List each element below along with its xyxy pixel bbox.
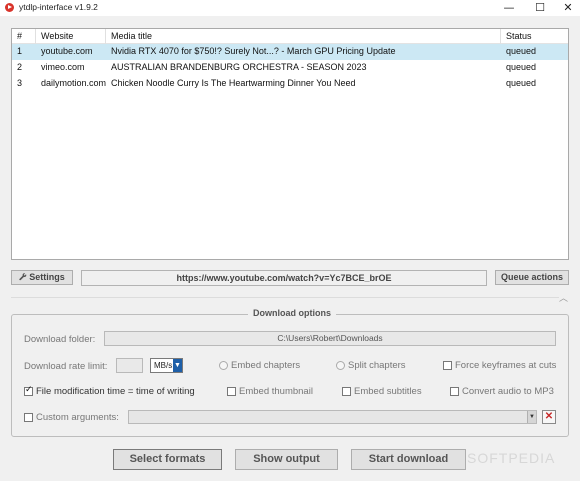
wrench-icon: [19, 273, 27, 281]
row-website: dailymotion.com: [41, 78, 106, 88]
embed-thumbnail-label: Embed thumbnail: [239, 386, 313, 397]
embed-chapters-label: Embed chapters: [231, 360, 301, 371]
settings-button[interactable]: Settings: [11, 270, 73, 285]
table-row[interactable]: 3 dailymotion.com Chicken Noodle Curry I…: [12, 76, 568, 92]
column-header-website[interactable]: Website: [36, 29, 106, 44]
custom-arguments-combobox[interactable]: [128, 410, 537, 424]
table-row[interactable]: 2 vimeo.com AUSTRALIAN BRANDENBURG ORCHE…: [12, 60, 568, 76]
chevron-down-icon[interactable]: ▼: [527, 411, 536, 423]
queue-table[interactable]: # Website Media title Status 1 youtube.c…: [11, 28, 569, 260]
convert-mp3-label: Convert audio to MP3: [462, 386, 554, 397]
maximize-button[interactable]: ☐: [525, 0, 555, 16]
window-title: ytdlp-interface v1.9.2: [19, 2, 98, 12]
separator-line: [11, 297, 559, 298]
minimize-button[interactable]: —: [494, 0, 524, 16]
embed-subtitles-checkbox[interactable]: [342, 387, 351, 396]
app-icon: [5, 3, 14, 12]
rate-limit-label: Download rate limit:: [24, 361, 108, 372]
custom-arguments-checkbox[interactable]: [24, 413, 33, 422]
dropdown-arrow-icon[interactable]: ▼: [173, 359, 182, 372]
force-keyframes-label: Force keyframes at cuts: [455, 360, 557, 371]
table-row[interactable]: 1 youtube.com Nvidia RTX 4070 for $750!?…: [12, 44, 568, 60]
row-status: queued: [506, 62, 537, 72]
row-website: youtube.com: [41, 46, 93, 56]
softpedia-watermark: SOFTPEDIA: [467, 450, 556, 466]
download-folder-field[interactable]: C:\Users\Robert\Downloads: [104, 331, 556, 346]
row-status: queued: [506, 78, 537, 88]
url-field[interactable]: https://www.youtube.com/watch?v=Yc7BCE_b…: [81, 270, 487, 286]
close-button[interactable]: ✕: [553, 0, 580, 16]
clear-arguments-button[interactable]: ✕: [542, 410, 556, 424]
row-media-title: AUSTRALIAN BRANDENBURG ORCHESTRA - SEASO…: [111, 62, 367, 72]
column-header-status[interactable]: Status: [501, 29, 568, 44]
settings-label: Settings: [29, 272, 65, 282]
download-folder-label: Download folder:: [24, 334, 96, 345]
collapse-chevron-icon[interactable]: ︿: [559, 294, 569, 303]
row-media-title: Nvidia RTX 4070 for $750!? Surely Not...…: [111, 46, 396, 56]
group-title: Download options: [248, 308, 336, 318]
embed-thumbnail-checkbox[interactable]: [227, 387, 236, 396]
file-mod-time-label: File modification time = time of writing: [36, 386, 195, 397]
start-download-button[interactable]: Start download: [351, 449, 466, 470]
custom-arguments-label: Custom arguments:: [36, 412, 119, 423]
row-number: 1: [17, 46, 23, 56]
split-chapters-radio[interactable]: [336, 361, 345, 370]
force-keyframes-checkbox[interactable]: [443, 361, 452, 370]
convert-mp3-checkbox[interactable]: [450, 387, 459, 396]
select-formats-button[interactable]: Select formats: [113, 449, 222, 470]
split-chapters-label: Split chapters: [348, 360, 406, 371]
column-header-media-title[interactable]: Media title: [106, 29, 501, 44]
embed-subtitles-label: Embed subtitles: [354, 386, 422, 397]
column-header-number[interactable]: #: [12, 29, 36, 44]
row-media-title: Chicken Noodle Curry Is The Heartwarming…: [111, 78, 356, 88]
row-website: vimeo.com: [41, 62, 85, 72]
rate-limit-input[interactable]: [116, 358, 143, 373]
embed-chapters-radio[interactable]: [219, 361, 228, 370]
queue-actions-button[interactable]: Queue actions: [495, 270, 569, 285]
file-mod-time-checkbox[interactable]: [24, 385, 33, 396]
row-number: 2: [17, 62, 23, 72]
show-output-button[interactable]: Show output: [235, 449, 338, 470]
row-status: queued: [506, 46, 537, 56]
row-number: 3: [17, 78, 23, 88]
